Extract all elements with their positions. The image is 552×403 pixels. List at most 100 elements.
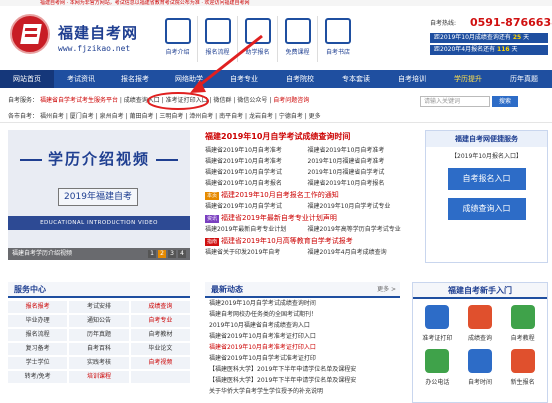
- service-center-link[interactable]: 自考百科: [69, 343, 129, 355]
- newbie-guide-item[interactable]: 办公电话: [417, 349, 458, 391]
- news-link[interactable]: 福建省关于印发2019年自考: [205, 247, 308, 258]
- service-center-link[interactable]: 复习备考: [8, 343, 68, 355]
- city-link[interactable]: 南平自考: [219, 113, 243, 120]
- signup-entry-button[interactable]: 自考报名入口: [447, 168, 526, 190]
- service-center-link[interactable]: 转考/免考: [8, 371, 68, 383]
- newbie-guide-item[interactable]: 准考证打印: [417, 305, 458, 347]
- news-link[interactable]: 福建省2019年10月自考报名: [308, 178, 411, 189]
- search-button[interactable]: 搜索: [492, 96, 518, 107]
- latest-news-item[interactable]: 关于华侨大学自考学生学位授予的补充说明: [205, 386, 400, 397]
- news-link[interactable]: 福建省2019年10月自学考试: [205, 167, 308, 178]
- service-center-link[interactable]: 毕业论文: [130, 343, 190, 355]
- latest-news-item[interactable]: 【福建医科大学】2019年下半年申请学位名单及课程安: [205, 364, 400, 375]
- city-more-link[interactable]: 更多: [309, 113, 321, 120]
- city-link[interactable]: 泉州自考: [100, 113, 124, 120]
- city-link[interactable]: 三明自考: [159, 113, 183, 120]
- hotline-panel: 自考热线: 0591-87666380 距2019年10月成绩查询还有 25 天…: [430, 16, 552, 55]
- service-center-link[interactable]: 学士学位: [8, 357, 68, 369]
- latest-news-item[interactable]: 2019年10月福建省自考成绩查询入口: [205, 320, 400, 331]
- latest-news-item[interactable]: 【福建医科大学】2019年下半年申请学位名单及课程安: [205, 375, 400, 386]
- news-link[interactable]: 福建2019年最新自考专业计划: [205, 224, 308, 235]
- nav-news[interactable]: 考试资讯: [54, 70, 108, 88]
- service-center-link[interactable]: 成绩查询: [130, 301, 190, 313]
- quick-link-process[interactable]: 报名流程: [198, 16, 238, 62]
- news-link[interactable]: 福建2019年4月自考成绩查询: [308, 247, 411, 258]
- pager-dot[interactable]: 1: [148, 250, 156, 258]
- news-link[interactable]: 福建2019年10月自学考试专业: [308, 201, 411, 212]
- news-link[interactable]: 福建省2019年10月自考报名: [205, 178, 308, 189]
- news-link[interactable]: 福建省2019年10月自考准考: [205, 156, 308, 167]
- site-name[interactable]: 福建自考网: [58, 22, 138, 43]
- latest-news-item[interactable]: 福建省2019年10月自考准考证打印入口: [205, 342, 400, 353]
- wechat-group-link[interactable]: 微信群: [214, 97, 232, 104]
- news-link[interactable]: 2019年10月福建省自学考试: [308, 167, 411, 178]
- news-link[interactable]: 福建省2019年10月自考准考: [205, 145, 308, 156]
- city-link[interactable]: 宁德自考: [279, 113, 303, 120]
- news-headline[interactable]: 福建2019年10月自学考试成绩查询时间: [205, 131, 410, 142]
- news-link[interactable]: 福建省2019年10月自考准考: [308, 145, 411, 156]
- latest-news-item[interactable]: 福建省2019年10月自考准考证打印入口: [205, 331, 400, 342]
- service-center-link[interactable]: 毕业办理: [8, 315, 68, 327]
- service-center-link[interactable]: 自考视频: [130, 357, 190, 369]
- service-platform-link[interactable]: 福建省自学考试考生服务平台: [40, 97, 118, 104]
- newbie-guide-item[interactable]: 成绩查询: [460, 305, 501, 347]
- newbie-guide-item[interactable]: 新生报名: [502, 349, 543, 391]
- news-link[interactable]: 2019年10月福建省自考准考: [308, 156, 411, 167]
- video-banner[interactable]: 学历介绍视频 2019年福建自考 EDUCATIONAL INTRODUCTIO…: [8, 130, 190, 260]
- wechat-account-link[interactable]: 微信公众号: [237, 97, 267, 104]
- service-center-link[interactable]: 自考专业: [130, 315, 190, 327]
- service-prefix: 自考服务：: [8, 97, 39, 104]
- pager-dot[interactable]: 2: [158, 250, 166, 258]
- pager-dot[interactable]: 3: [168, 250, 176, 258]
- score-query-button[interactable]: 成绩查询入口: [447, 198, 526, 220]
- city-link[interactable]: 厦门自考: [70, 113, 94, 120]
- nav-home[interactable]: 网站首页: [0, 70, 54, 88]
- news-feature[interactable]: 指南 福建省2019年10月高等教育自学考试报考: [205, 235, 410, 247]
- newbie-guide-item[interactable]: 自考时间: [460, 349, 501, 391]
- site-logo[interactable]: [10, 14, 50, 54]
- service-center-link[interactable]: 自考教材: [130, 329, 190, 341]
- city-link[interactable]: 福州自考: [40, 113, 64, 120]
- guide-icon: [510, 305, 535, 329]
- nav-upgrade[interactable]: 学历提升: [440, 70, 496, 88]
- news-feature[interactable]: 本页 福建2019年10月自考报名工作的通知: [205, 189, 410, 201]
- quick-link-bookstore[interactable]: 自考书店: [318, 16, 358, 62]
- quick-link-intro[interactable]: 自考介绍: [158, 16, 198, 62]
- quick-link-label: 自考介绍: [165, 49, 190, 56]
- search-input[interactable]: 请输入关键词: [420, 96, 490, 107]
- nav-combined[interactable]: 专本套读: [328, 70, 384, 88]
- latest-more-link[interactable]: 更多 >: [377, 282, 400, 298]
- nav-online-assist[interactable]: 网络助学: [162, 70, 216, 88]
- newbie-guide-item[interactable]: 自考教程: [502, 305, 543, 347]
- quick-link-assist[interactable]: 助学报名: [238, 16, 278, 62]
- latest-news-item[interactable]: 福建省2019年10月自学考试准考证打印: [205, 353, 400, 364]
- latest-title: 最新动态 更多 >: [205, 282, 400, 298]
- service-center-link[interactable]: 历年真题: [69, 329, 129, 341]
- consult-link[interactable]: 自考问题咨询: [273, 97, 309, 104]
- nav-training[interactable]: 自考培训: [384, 70, 440, 88]
- nav-signup[interactable]: 报名报考: [108, 70, 162, 88]
- news-link[interactable]: 福建省2019年10月自学考试: [205, 201, 308, 212]
- latest-news-item[interactable]: 福建自考网校办任务类的全国考试期刊！: [205, 309, 400, 320]
- service-center-link[interactable]: 报名流程: [8, 329, 68, 341]
- nav-past-papers[interactable]: 历年真题: [496, 70, 552, 88]
- city-link[interactable]: 莆田自考: [130, 113, 154, 120]
- city-link[interactable]: 漳州自考: [189, 113, 213, 120]
- news-feature[interactable]: 资讯 福建省2019年最新自考专业计划声明: [205, 212, 410, 224]
- service-center-link[interactable]: 实践考核: [69, 357, 129, 369]
- latest-news-item[interactable]: 福建2019年10月自学考试成绩查询时间: [205, 298, 400, 309]
- service-center-link[interactable]: 报名报考: [8, 301, 68, 313]
- admission-print-link[interactable]: 准考证打印入口: [166, 97, 208, 104]
- news-link[interactable]: 福建2019年高等学历自学考试专业: [308, 224, 411, 235]
- city-link[interactable]: 龙岩自考: [249, 113, 273, 120]
- newbie-title: 福建自考新手入门: [413, 283, 547, 299]
- guide-icon: [510, 349, 535, 373]
- pager-dot[interactable]: 4: [178, 250, 186, 258]
- nav-majors[interactable]: 自考专业: [216, 70, 272, 88]
- service-center-link[interactable]: 培训课程: [69, 371, 129, 383]
- quick-link-courses[interactable]: 免费课程: [278, 16, 318, 62]
- nav-schools[interactable]: 自考院校: [272, 70, 328, 88]
- service-center-link[interactable]: 通知公告: [69, 315, 129, 327]
- service-center-link[interactable]: 考试安排: [69, 301, 129, 313]
- score-query-link[interactable]: 成绩查询入口: [124, 97, 160, 104]
